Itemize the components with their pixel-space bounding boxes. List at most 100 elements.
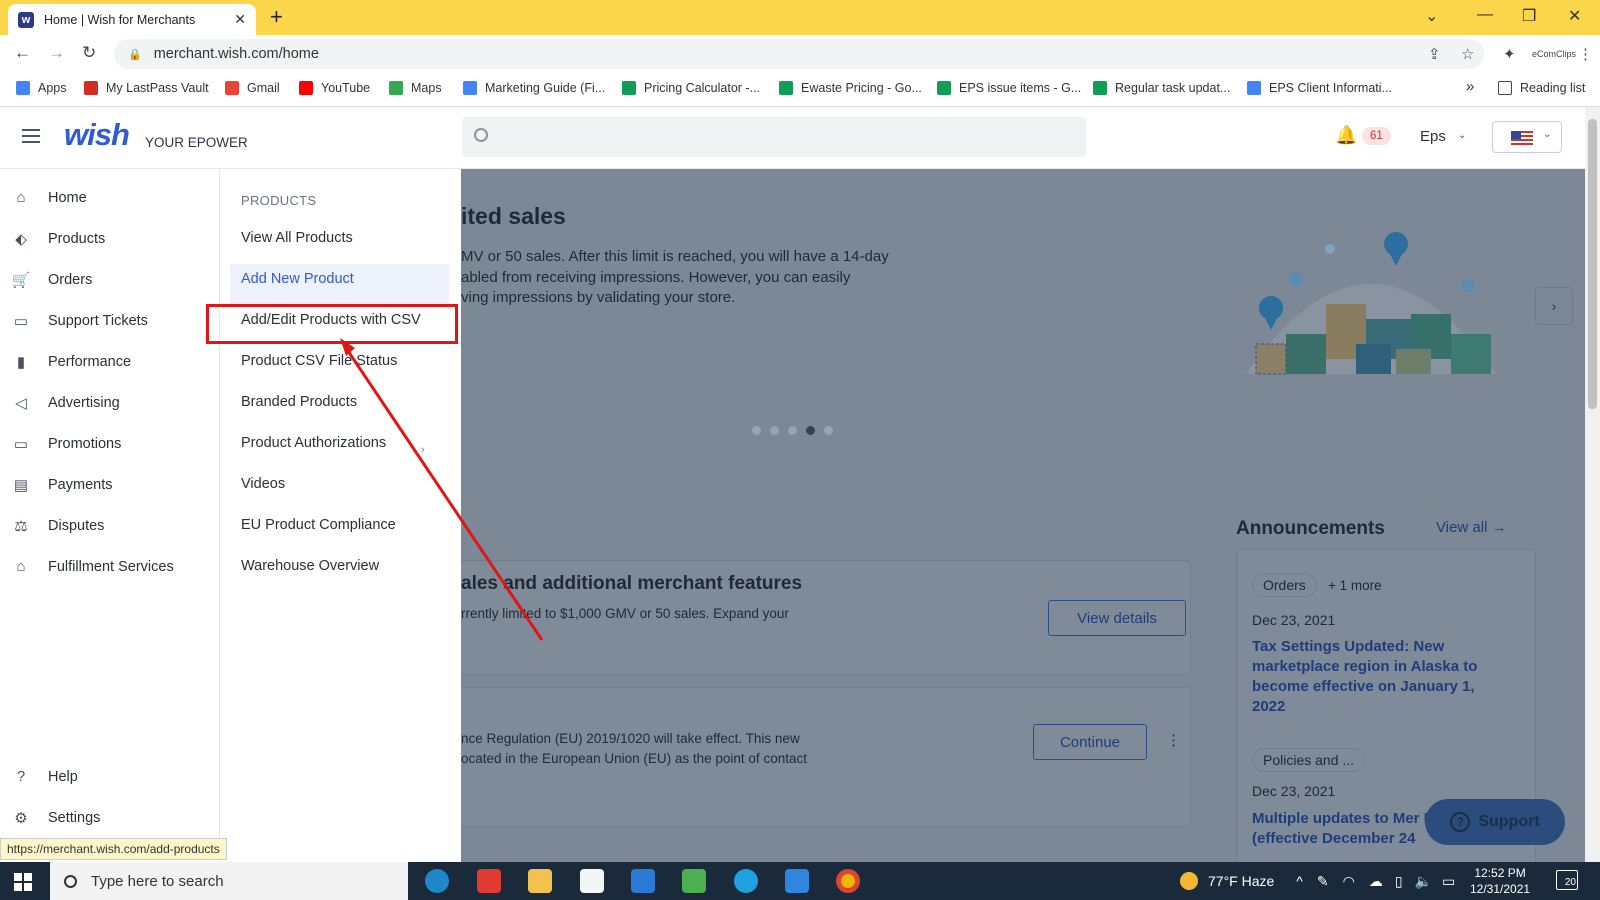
more-bookmarks-button[interactable]: » — [1466, 78, 1474, 95]
maximize-button[interactable]: ❐ — [1522, 6, 1536, 26]
volume-icon[interactable]: 🔈 — [1415, 873, 1432, 890]
bookmark-pricing-calculator[interactable]: Pricing Calculator -... — [622, 81, 760, 95]
app-icon[interactable] — [785, 869, 809, 893]
carousel-next-button[interactable]: › — [1535, 287, 1573, 325]
chat-icon: ▭ — [13, 313, 29, 330]
carousel-dot[interactable] — [770, 426, 779, 435]
sidebar-item-home[interactable]: ⌂ Home — [10, 189, 86, 206]
carousel-dot[interactable] — [752, 426, 761, 435]
tab-search-chevron-icon[interactable]: ⌄ — [1425, 6, 1438, 26]
hamburger-menu-icon[interactable] — [22, 129, 40, 147]
submenu-item-branded-products[interactable]: Branded Products — [241, 394, 357, 410]
sidebar-item-disputes[interactable]: ⚖ Disputes — [10, 517, 104, 535]
weather-text[interactable]: 77°F Haze — [1208, 873, 1274, 889]
submenu-item-product-csv-file-status[interactable]: Product CSV File Status — [241, 353, 397, 369]
sidebar-item-help[interactable]: ? Help — [10, 768, 78, 785]
announcement-title[interactable]: Tax Settings Updated: New marketplace re… — [1252, 637, 1507, 717]
chrome-icon[interactable] — [836, 869, 860, 893]
share-icon[interactable]: ⇪ — [1428, 45, 1441, 63]
sidebar-item-products[interactable]: ⬖ Products — [10, 230, 105, 248]
sidebar-item-promotions[interactable]: ▭ Promotions — [10, 435, 121, 453]
close-tab-icon[interactable]: ✕ — [234, 11, 246, 28]
submenu-item-warehouse-overview[interactable]: Warehouse Overview — [241, 558, 379, 574]
bell-icon[interactable]: 🔔 — [1335, 125, 1357, 146]
chevron-up-icon[interactable]: ^ — [1296, 873, 1303, 889]
pen-icon[interactable]: ✎ — [1317, 873, 1329, 890]
excel-icon[interactable] — [682, 869, 706, 893]
bookmark-lastpass[interactable]: My LastPass Vault — [84, 81, 209, 95]
bookmark-gmail[interactable]: Gmail — [225, 81, 280, 95]
wifi-icon[interactable]: ◠ — [1343, 873, 1355, 890]
sidebar-item-settings[interactable]: ⚙ Settings — [10, 809, 100, 827]
battery-icon[interactable]: ▯ — [1395, 873, 1403, 890]
file-explorer-icon[interactable] — [528, 869, 552, 893]
notification-count-badge: 61 — [1362, 127, 1391, 145]
url-text: merchant.wish.com/home — [153, 46, 319, 62]
browser-tab[interactable]: w Home | Wish for Merchants ✕ — [8, 4, 256, 35]
bookmark-eps-client[interactable]: EPS Client Informati... — [1247, 81, 1392, 95]
sidebar-item-support-tickets[interactable]: ▭ Support Tickets — [10, 312, 148, 330]
sheets-icon — [622, 81, 636, 95]
support-button[interactable]: ? Support — [1425, 799, 1565, 845]
search-input[interactable] — [462, 117, 1086, 157]
wish-logo[interactable]: wish — [64, 117, 130, 153]
view-all-label: View all — [1436, 519, 1488, 536]
sidebar-item-performance[interactable]: ▮ Performance — [10, 353, 131, 371]
sidebar-item-advertising[interactable]: ◁ Advertising — [10, 394, 120, 412]
microsoft-store-icon[interactable] — [580, 869, 604, 893]
anydesk-icon[interactable] — [477, 869, 501, 893]
view-all-link[interactable]: View all → — [1436, 519, 1507, 536]
submenu-item-videos[interactable]: Videos — [241, 476, 285, 492]
submenu-item-view-all-products[interactable]: View All Products — [241, 230, 353, 246]
browser-menu-icon[interactable]: ⋮ — [1578, 45, 1593, 63]
submenu-item-eu-product-compliance[interactable]: EU Product Compliance — [241, 517, 396, 533]
sidebar: ⌂ Home ⬖ Products 🛒 Orders ▭ Support Tickets… — [0, 169, 220, 862]
bookmark-apps[interactable]: Apps — [16, 81, 67, 95]
more-options-icon[interactable]: ⋮ — [1166, 731, 1181, 749]
edge-icon[interactable] — [425, 869, 449, 893]
minimize-button[interactable]: — — [1477, 6, 1493, 24]
carousel-dot-active[interactable] — [806, 426, 815, 435]
carousel-dot[interactable] — [788, 426, 797, 435]
bookmark-label: Marketing Guide (Fi... — [485, 81, 606, 95]
bookmark-marketing-guide[interactable]: Marketing Guide (Fi... — [463, 81, 605, 95]
submenu-item-add-new-product[interactable]: Add New Product — [241, 271, 354, 287]
tag-icon: ⬖ — [15, 231, 27, 248]
chevron-down-icon[interactable]: ⌄ — [1458, 130, 1466, 141]
cloud-icon[interactable]: ☁ — [1369, 873, 1383, 890]
skype-icon[interactable] — [734, 869, 758, 893]
profile-avatar[interactable]: eComClips — [1532, 49, 1576, 59]
windows-start-icon[interactable] — [14, 873, 32, 891]
reload-button[interactable]: ↻ — [82, 43, 96, 63]
sidebar-item-orders[interactable]: 🛒 Orders — [10, 271, 93, 289]
close-window-button[interactable]: ✕ — [1568, 6, 1581, 26]
bookmark-regular-task[interactable]: Regular task updat... — [1093, 81, 1230, 95]
extensions-icon[interactable]: ✦ — [1503, 45, 1516, 63]
reading-list-button[interactable]: Reading list — [1498, 81, 1585, 95]
page-scrollbar[interactable] — [1585, 107, 1600, 862]
locale-selector[interactable]: ⌄ — [1492, 121, 1562, 153]
bookmark-eps-issue-items[interactable]: EPS issue items - G... — [937, 81, 1081, 95]
mail-icon[interactable] — [631, 869, 655, 893]
forward-button[interactable]: → — [48, 43, 65, 63]
clock[interactable]: 12:52 PM 12/31/2021 — [1470, 865, 1530, 897]
scrollbar-thumb[interactable] — [1588, 119, 1597, 409]
back-button[interactable]: ← — [14, 43, 31, 63]
sidebar-item-payments[interactable]: ▤ Payments — [10, 476, 113, 494]
user-menu[interactable]: Eps — [1420, 128, 1446, 145]
announcement-tag-more: + 1 more — [1328, 578, 1382, 593]
bookmark-ewaste-pricing[interactable]: Ewaste Pricing - Go... — [779, 81, 922, 95]
submenu-item-product-authorizations[interactable]: Product Authorizations — [241, 435, 386, 451]
keyboard-icon[interactable]: ▭ — [1442, 873, 1455, 890]
sidebar-item-fulfillment-services[interactable]: ⌂ Fulfillment Services — [10, 558, 173, 575]
carousel-dot[interactable] — [824, 426, 833, 435]
bookmark-star-icon[interactable]: ☆ — [1461, 45, 1474, 63]
bookmark-youtube[interactable]: YouTube — [299, 81, 370, 95]
new-tab-button[interactable]: + — [270, 6, 283, 28]
continue-button[interactable]: Continue — [1033, 724, 1147, 760]
view-details-button[interactable]: View details — [1048, 600, 1186, 636]
notification-center-icon[interactable]: 20 — [1556, 870, 1578, 890]
address-bar[interactable]: 🔒 merchant.wish.com/home — [114, 39, 1484, 69]
bookmark-maps[interactable]: Maps — [389, 81, 442, 95]
taskbar-search-input[interactable]: Type here to search — [50, 862, 408, 900]
